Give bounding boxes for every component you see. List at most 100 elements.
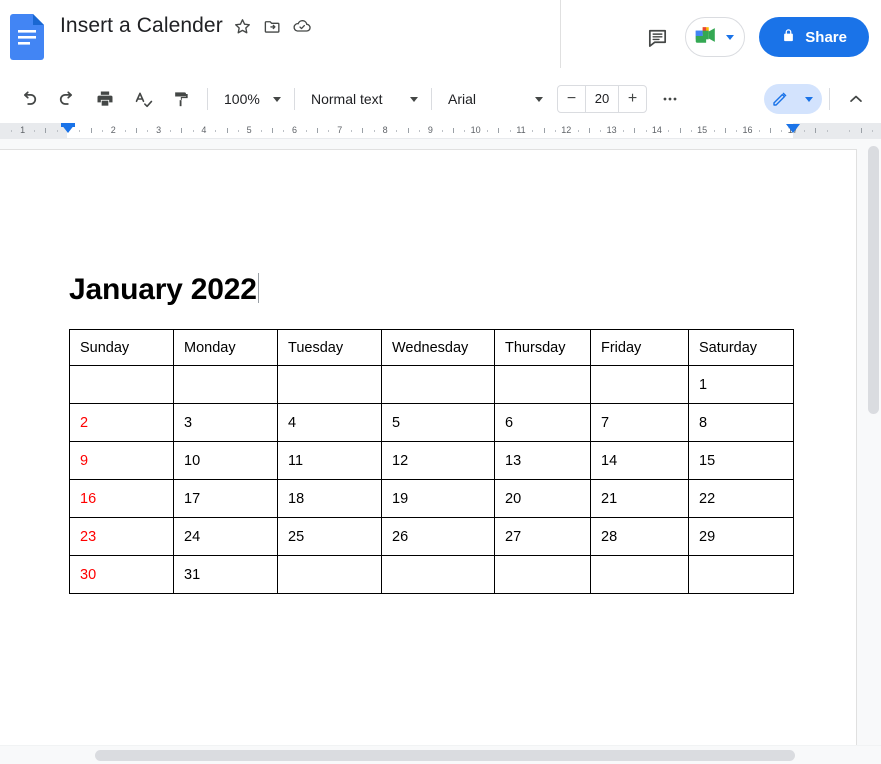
horizontal-scrollbar-thumb[interactable] (95, 750, 795, 761)
ruler-tick (271, 128, 273, 133)
calendar-day-cell[interactable]: 27 (494, 517, 591, 556)
calendar-day-cell[interactable]: 29 (688, 517, 794, 556)
calendar-weekday-header[interactable]: Monday (173, 329, 278, 366)
lock-icon (781, 28, 796, 47)
calendar-day-cell[interactable]: 22 (688, 479, 794, 518)
calendar-day-cell[interactable]: 26 (381, 517, 495, 556)
zoom-dropdown[interactable]: 100% (215, 84, 287, 114)
calendar-day-cell[interactable]: 12 (381, 441, 495, 480)
calendar-day-cell[interactable]: 10 (173, 441, 278, 480)
chevron-up-icon[interactable] (841, 84, 871, 114)
calendar-weekday-header[interactable]: Saturday (688, 329, 794, 366)
ruler-tick (634, 128, 636, 133)
google-docs-icon[interactable] (10, 14, 44, 60)
left-indent-marker[interactable] (61, 124, 75, 133)
calendar-day-cell[interactable]: 1 (688, 365, 794, 404)
calendar-empty-cell[interactable] (381, 555, 495, 594)
ruler-tick (135, 128, 137, 133)
star-icon[interactable] (232, 16, 253, 37)
calendar-day-cell[interactable]: 9 (69, 441, 174, 480)
calendar-empty-cell[interactable] (494, 555, 591, 594)
ruler-inch-label: 12 (561, 125, 572, 135)
ruler-tick (758, 130, 760, 132)
font-size-input[interactable]: 20 (585, 86, 619, 112)
calendar-day-cell[interactable]: 14 (590, 441, 689, 480)
calendar-weekday-header[interactable]: Tuesday (277, 329, 382, 366)
calendar-weekday-header[interactable]: Friday (590, 329, 689, 366)
title-row: Insert a Calender (60, 10, 313, 42)
vertical-scrollbar-thumb[interactable] (868, 146, 879, 414)
calendar-day-cell[interactable]: 31 (173, 555, 278, 594)
calendar-day-cell[interactable]: 19 (381, 479, 495, 518)
calendar-day-cell[interactable]: 16 (69, 479, 174, 518)
calendar-day-cell[interactable]: 28 (590, 517, 689, 556)
calendar-day-cell[interactable]: 13 (494, 441, 591, 480)
toolbar-divider (829, 88, 830, 110)
paragraph-style-dropdown[interactable]: Normal text (302, 84, 424, 114)
calendar-empty-cell[interactable] (381, 365, 495, 404)
calendar-day-cell[interactable]: 7 (590, 403, 689, 442)
calendar-weekday-header[interactable]: Sunday (69, 329, 174, 366)
ruler-tick (487, 130, 489, 132)
page-title[interactable]: Insert a Calender (60, 14, 223, 38)
decrease-font-size-button[interactable]: − (558, 86, 585, 112)
right-indent-marker[interactable] (786, 124, 800, 133)
calendar-day-cell[interactable]: 6 (494, 403, 591, 442)
calendar-empty-cell[interactable] (494, 365, 591, 404)
calendar-day-cell[interactable]: 2 (69, 403, 174, 442)
calendar-empty-cell[interactable] (590, 365, 689, 404)
editing-mode-dropdown[interactable] (796, 84, 822, 114)
ruler[interactable]: 1 2 3 4 5 6 7 8 9 10 11 12 13 14 15 16 17 (0, 122, 881, 139)
calendar-day-cell[interactable]: 3 (173, 403, 278, 442)
chevron-down-icon (273, 96, 281, 102)
paint-format-icon[interactable] (166, 84, 196, 114)
calendar-weekday-header[interactable]: Wednesday (381, 329, 495, 366)
ruler-tick (192, 130, 194, 132)
calendar-day-cell[interactable]: 23 (69, 517, 174, 556)
editing-mode-button[interactable] (764, 84, 796, 114)
calendar-weekday-header[interactable]: Thursday (494, 329, 591, 366)
calendar-day-cell[interactable]: 20 (494, 479, 591, 518)
calendar-day-cell[interactable]: 5 (381, 403, 495, 442)
calendar-day-cell[interactable]: 17 (173, 479, 278, 518)
calendar-empty-cell[interactable] (590, 555, 689, 594)
increase-font-size-button[interactable]: + (619, 86, 646, 112)
font-family-dropdown[interactable]: Arial (439, 84, 549, 114)
ruler-tick (181, 128, 183, 133)
calendar-empty-cell[interactable] (173, 365, 278, 404)
calendar-empty-cell[interactable] (277, 365, 382, 404)
ruler-tick (770, 128, 772, 133)
comment-icon[interactable] (643, 23, 671, 51)
calendar-empty-cell[interactable] (277, 555, 382, 594)
calendar-header-row: Sunday Monday Tuesday Wednesday Thursday Frid… (69, 329, 794, 366)
calendar-empty-cell[interactable] (688, 555, 794, 594)
document-page[interactable]: January 2022 Sunday Monday Tuesday Wednesda… (0, 150, 856, 745)
cloud-saved-icon[interactable] (292, 16, 313, 37)
calendar-day-cell[interactable]: 18 (277, 479, 382, 518)
calendar-empty-cell[interactable] (69, 365, 174, 404)
print-icon[interactable] (90, 84, 120, 114)
move-to-folder-icon[interactable] (262, 16, 283, 37)
calendar-day-cell[interactable]: 8 (688, 403, 794, 442)
undo-icon[interactable] (14, 84, 44, 114)
calendar-day-cell[interactable]: 15 (688, 441, 794, 480)
document-heading[interactable]: January 2022 (69, 273, 259, 307)
ruler-tick (351, 130, 353, 132)
calendar-day-cell[interactable]: 24 (173, 517, 278, 556)
calendar-day-cell[interactable]: 30 (69, 555, 174, 594)
calendar-day-cell[interactable]: 21 (590, 479, 689, 518)
ruler-tick (328, 130, 330, 132)
calendar-day-cell[interactable]: 11 (277, 441, 382, 480)
google-meet-button[interactable] (685, 17, 746, 57)
calendar-day-cell[interactable]: 4 (277, 403, 382, 442)
share-button[interactable]: Share (759, 17, 869, 57)
ruler-tick (588, 128, 590, 133)
more-horizontal-icon[interactable] (655, 84, 685, 114)
calendar-day-cell[interactable]: 25 (277, 517, 382, 556)
ruler-tick (860, 128, 862, 133)
spellcheck-icon[interactable] (128, 84, 158, 114)
redo-icon[interactable] (52, 84, 82, 114)
ruler-tick (622, 130, 624, 132)
calendar-table[interactable]: Sunday Monday Tuesday Wednesday Thursday Frid… (69, 329, 794, 594)
calendar-week-row: 9 10 11 12 13 14 15 (69, 441, 794, 480)
